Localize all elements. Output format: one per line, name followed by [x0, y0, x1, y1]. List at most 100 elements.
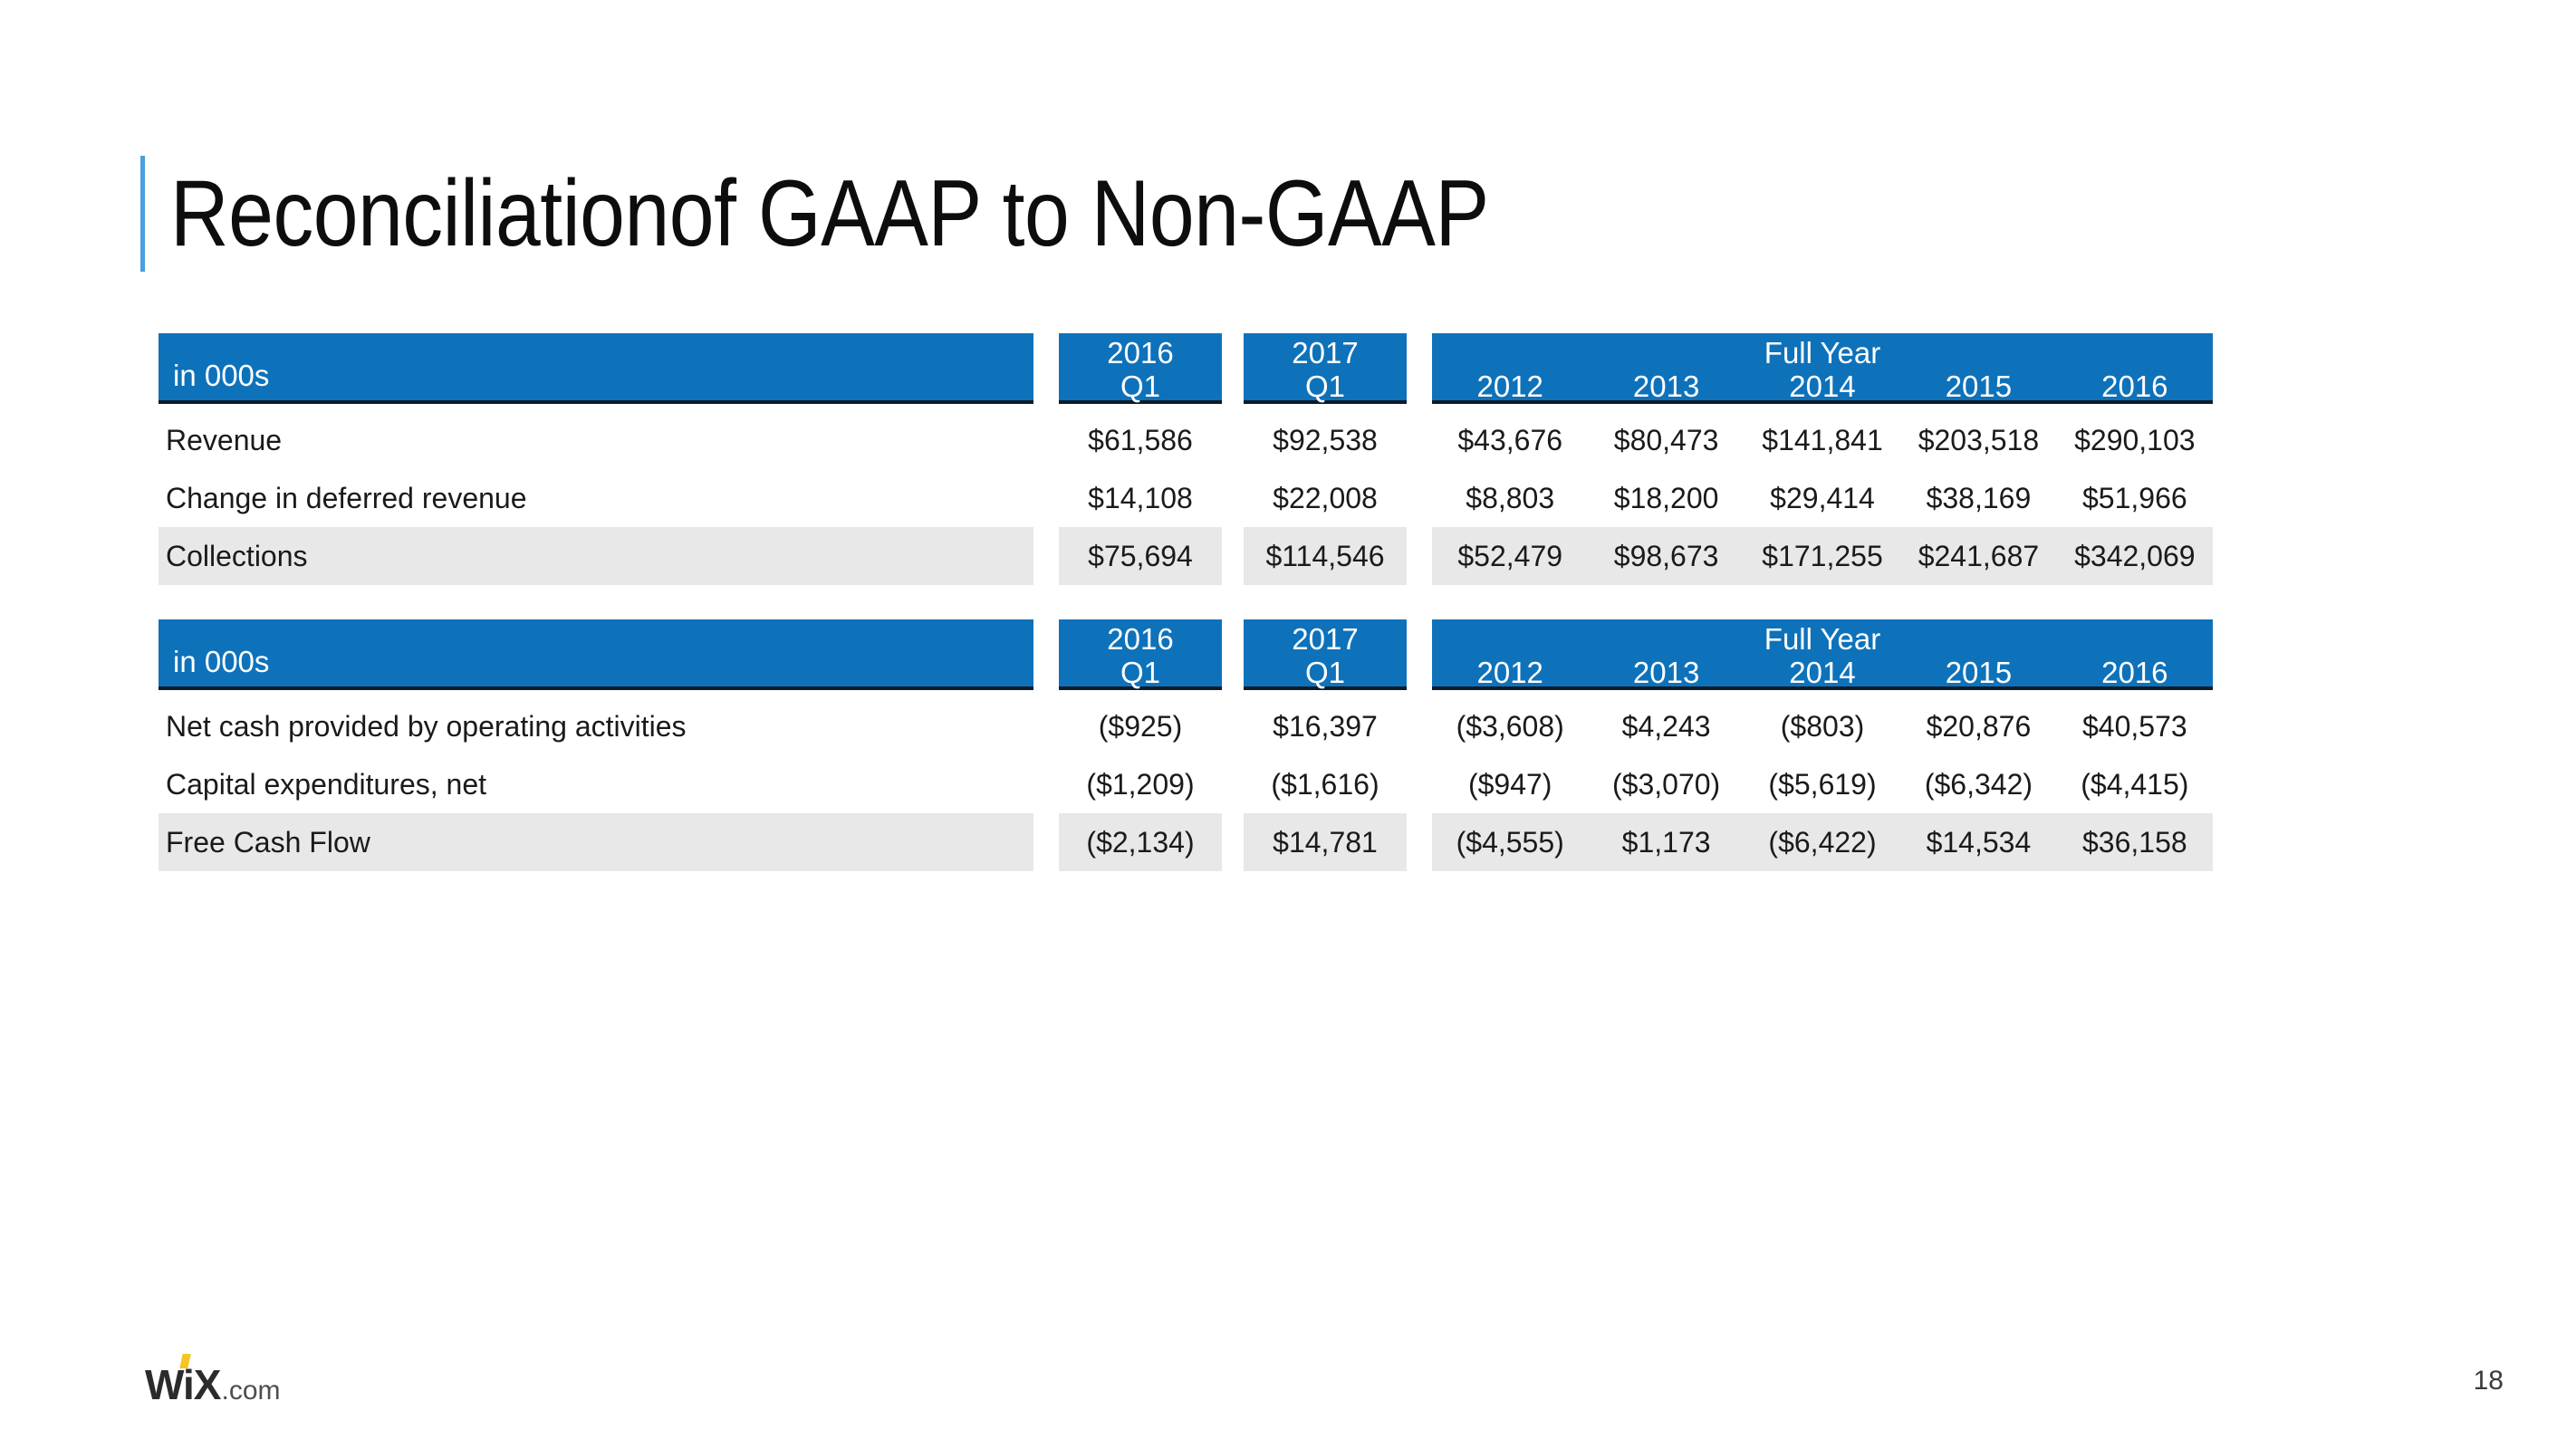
- full-year-value-cell: ($5,619): [1768, 767, 1877, 801]
- row-label: Change in deferred revenue: [166, 481, 527, 514]
- table-header-row: in 000s 2016 Q1 2017 Q1 Full Year 2012 2013 2014…: [159, 333, 2213, 404]
- column-gap: [1033, 333, 1059, 404]
- quarter-value-cell: ($925): [1098, 709, 1183, 743]
- full-year-value-cell: $80,473: [1613, 423, 1719, 456]
- full-year-value-cell: $141,841: [1762, 423, 1883, 456]
- column-gap: [1407, 619, 1432, 690]
- full-year-value-cell: $4,243: [1621, 709, 1711, 743]
- table-header-full-year-cell: Full Year 2012 2013 2014 2015 2016: [1432, 333, 2213, 404]
- table-row: Revenue $61,586 $92,538 $43,676 $80,473 $141,…: [159, 411, 2213, 469]
- full-year-header-year: 2015: [1945, 369, 2013, 403]
- full-year-values-group: $43,676 $80,473 $141,841 $203,518 $290,103: [1432, 411, 2213, 469]
- full-year-value-cell: $241,687: [1900, 527, 2057, 585]
- full-year-value-cell: $1,173: [1588, 813, 1745, 871]
- table-header-quarter-cell: 2016 Q1: [1059, 333, 1222, 404]
- reconciliation-table-revenue: in 000s 2016 Q1 2017 Q1 Full Year 2012 2013 2014…: [159, 333, 2214, 585]
- full-year-value-cell: ($803): [1780, 709, 1865, 743]
- table-header-label-cell: in 000s: [159, 333, 1033, 404]
- full-year-value-cell: $8,803: [1466, 481, 1555, 514]
- column-gap: [1222, 755, 1244, 813]
- full-year-value-cell: $43,676: [1457, 423, 1563, 456]
- table-row: Change in deferred revenue $14,108 $22,008…: [159, 469, 2213, 527]
- full-year-header-title: Full Year: [1764, 336, 1881, 369]
- row-label: Capital expenditures, net: [166, 767, 486, 801]
- full-year-values-group: $52,479 $98,673 $171,255 $241,687 $342,069: [1432, 527, 2214, 585]
- column-gap: [1033, 619, 1059, 690]
- full-year-value-cell: $18,200: [1613, 481, 1719, 514]
- column-gap: [1033, 527, 1059, 585]
- full-year-value-cell: ($947): [1467, 767, 1552, 801]
- slide-title-block: Reconciliationof GAAP to Non-GAAP: [140, 156, 1704, 272]
- full-year-value-cell: $203,518: [1918, 423, 2040, 456]
- quarter-value-cell: $75,694: [1059, 527, 1222, 585]
- column-gap: [1222, 333, 1244, 404]
- column-gap: [1222, 527, 1244, 585]
- table-row: Capital expenditures, net ($1,209) ($1,616…: [159, 755, 2213, 813]
- full-year-value-cell: $290,103: [2074, 423, 2196, 456]
- full-year-value-cell: $29,414: [1770, 481, 1875, 514]
- column-gap: [1222, 619, 1244, 690]
- full-year-values-group: ($4,555) $1,173 ($6,422) $14,534 $36,158: [1432, 813, 2214, 871]
- full-year-header-year: 2013: [1632, 369, 1700, 403]
- quarter-value-cell: $114,546: [1244, 527, 1407, 585]
- quarter-header-period: Q1: [1120, 369, 1161, 403]
- row-label: Free Cash Flow: [159, 813, 1033, 871]
- quarter-value-cell: ($1,209): [1086, 767, 1195, 801]
- page-number: 18: [2473, 1366, 2504, 1396]
- column-gap: [1222, 813, 1244, 871]
- full-year-header-year: 2014: [1789, 369, 1856, 403]
- full-year-value-cell: $52,479: [1432, 527, 1589, 585]
- reconciliation-table-cashflow: in 000s 2016 Q1 2017 Q1 Full Year 2012 2013 2014…: [159, 619, 2214, 871]
- column-gap: [1033, 755, 1059, 813]
- full-year-values-group: ($947) ($3,070) ($5,619) ($6,342) ($4,415): [1432, 755, 2213, 813]
- full-year-header-title: Full Year: [1764, 622, 1881, 656]
- full-year-value-cell: $40,573: [2081, 709, 2187, 743]
- full-year-value-cell: ($4,415): [2081, 767, 2189, 801]
- full-year-header-year: 2014: [1789, 656, 1856, 689]
- quarter-header-period: Q1: [1304, 369, 1346, 403]
- column-gap: [1407, 469, 1432, 527]
- quarter-header-year: 2016: [1107, 622, 1174, 656]
- full-year-header-year: 2016: [2101, 656, 2168, 689]
- full-year-header-year: 2016: [2101, 369, 2168, 403]
- quarter-header-year: 2016: [1107, 336, 1174, 369]
- full-year-value-cell: ($3,070): [1612, 767, 1721, 801]
- full-year-value-cell: $20,876: [1926, 709, 2032, 743]
- table-row: Collections $75,694 $114,546 $52,479 $98,673…: [159, 527, 2214, 585]
- table-header-quarter-cell: 2017 Q1: [1244, 619, 1407, 690]
- quarter-value-cell: $22,008: [1273, 481, 1378, 514]
- table-header-full-year-cell: Full Year 2012 2013 2014 2015 2016: [1432, 619, 2213, 690]
- quarter-header-year: 2017: [1292, 622, 1359, 656]
- wix-domain-suffix: .com: [221, 1376, 281, 1406]
- title-accent-bar: [140, 156, 145, 272]
- row-label: Net cash provided by operating activitie…: [166, 709, 687, 743]
- column-gap: [1407, 333, 1432, 404]
- quarter-header-year: 2017: [1292, 336, 1359, 369]
- quarter-value-cell: $61,586: [1088, 423, 1193, 456]
- quarter-header-period: Q1: [1120, 656, 1161, 689]
- column-gap: [1407, 813, 1432, 871]
- column-gap: [1222, 469, 1244, 527]
- quarter-value-cell: $16,397: [1273, 709, 1378, 743]
- column-gap: [1033, 697, 1059, 755]
- table-row: Free Cash Flow ($2,134) $14,781 ($4,555) $1,…: [159, 813, 2214, 871]
- table-header-label-text: in 000s: [173, 645, 270, 678]
- full-year-value-cell: $98,673: [1588, 527, 1745, 585]
- table-header-quarter-cell: 2017 Q1: [1244, 333, 1407, 404]
- full-year-values-group: $8,803 $18,200 $29,414 $38,169 $51,966: [1432, 469, 2213, 527]
- row-label: Collections: [159, 527, 1033, 585]
- full-year-value-cell: ($6,342): [1924, 767, 2033, 801]
- column-gap: [1222, 697, 1244, 755]
- column-gap: [1407, 755, 1432, 813]
- full-year-header-year: 2015: [1945, 656, 2013, 689]
- column-gap: [1033, 411, 1059, 469]
- full-year-value-cell: $51,966: [2081, 481, 2187, 514]
- full-year-value-cell: $171,255: [1744, 527, 1901, 585]
- quarter-value-cell: ($1,616): [1271, 767, 1379, 801]
- quarter-header-period: Q1: [1304, 656, 1346, 689]
- full-year-value-cell: ($4,555): [1432, 813, 1589, 871]
- table-header-label-text: in 000s: [173, 359, 270, 392]
- full-year-value-cell: ($6,422): [1744, 813, 1901, 871]
- full-year-value-cell: $38,169: [1926, 481, 2032, 514]
- full-year-header-year: 2013: [1632, 656, 1700, 689]
